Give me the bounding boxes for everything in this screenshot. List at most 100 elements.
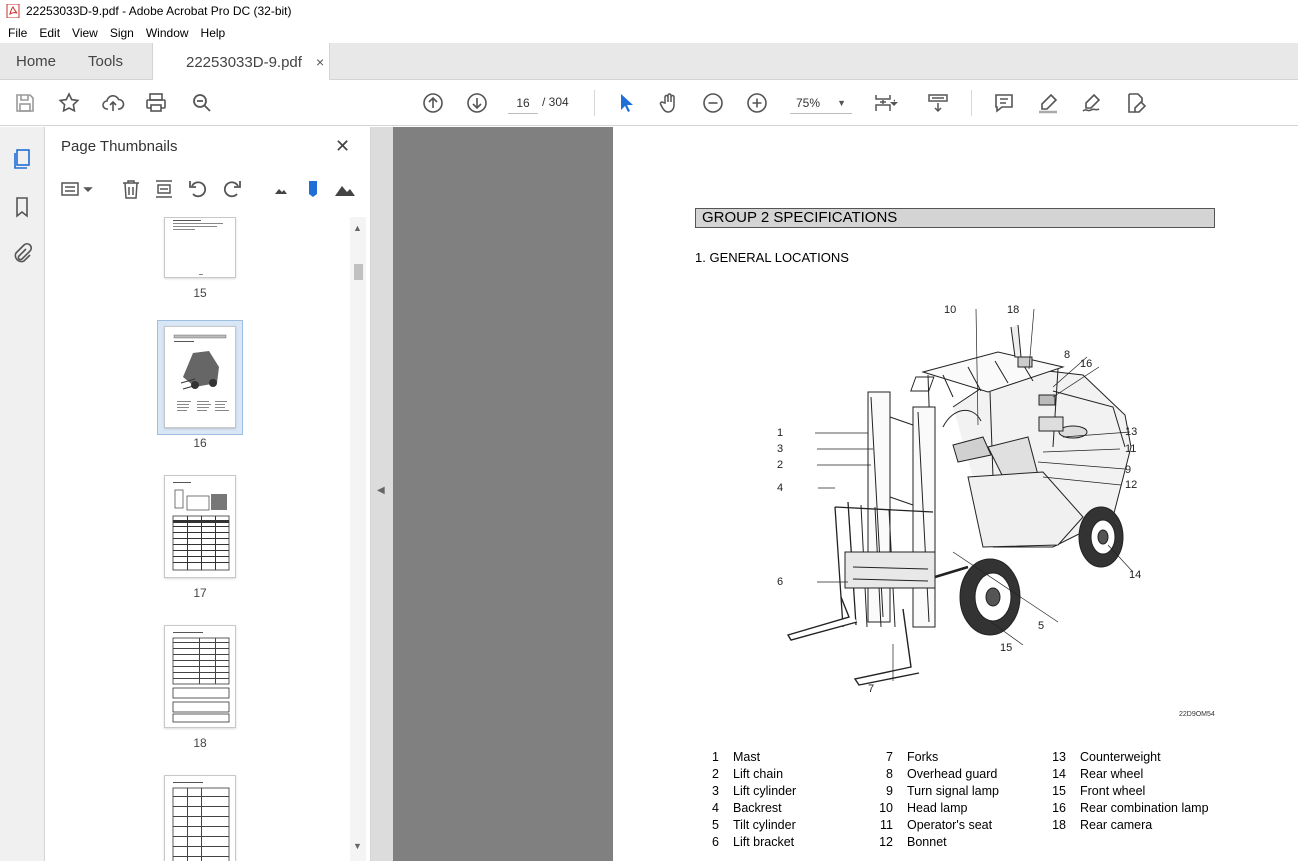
legend-item: 9 Turn signal lamp bbox=[886, 784, 999, 798]
extract-pages-icon[interactable] bbox=[152, 177, 176, 201]
legend-item: 1 Mast bbox=[712, 750, 761, 764]
thumbnail-page-17[interactable] bbox=[164, 475, 236, 578]
legend-item: 7 Forks bbox=[886, 750, 939, 764]
search-zoom-icon[interactable] bbox=[190, 91, 214, 115]
forklift-diagram bbox=[786, 308, 1134, 686]
callout-label: 4 bbox=[777, 482, 784, 494]
group-heading: GROUP 2 SPECIFICATIONS bbox=[695, 208, 1215, 228]
thumbnail-preview bbox=[173, 220, 223, 275]
save-icon[interactable] bbox=[13, 91, 37, 115]
thumbnail-page-16[interactable] bbox=[164, 326, 236, 428]
callout-label: 5 bbox=[1038, 620, 1045, 632]
thumbnail-page-15[interactable] bbox=[164, 217, 236, 278]
page-number-input[interactable] bbox=[508, 92, 538, 114]
rotate-right-icon[interactable] bbox=[220, 177, 244, 201]
navigation-rail bbox=[0, 127, 45, 861]
thumbnail-list: 15 16 17 18 bbox=[45, 217, 350, 861]
close-icon[interactable]: ✕ bbox=[335, 136, 350, 157]
legend-item: 3 Lift cylinder bbox=[712, 784, 797, 798]
callout-label: 11 bbox=[1125, 443, 1137, 455]
thumbnail-page-number: 18 bbox=[193, 736, 207, 750]
legend-item: 15 Front wheel bbox=[1052, 784, 1146, 798]
thumbnail-page-19[interactable] bbox=[164, 775, 236, 861]
callout-label: 12 bbox=[1125, 479, 1138, 491]
next-page-icon[interactable] bbox=[465, 91, 489, 115]
legend-item: 6 Lift bracket bbox=[712, 835, 795, 849]
scroll-down-icon[interactable]: ▼ bbox=[353, 841, 362, 851]
zoom-in-icon[interactable] bbox=[745, 91, 769, 115]
thumbnail-preview bbox=[173, 334, 229, 411]
tab-bar: Home Tools 22253033D-9.pdf × bbox=[0, 43, 1298, 81]
callout-label: 14 bbox=[1129, 569, 1142, 581]
bookmark-star-icon[interactable] bbox=[57, 91, 81, 115]
legend-item: 12 Bonnet bbox=[879, 835, 947, 849]
rotate-left-icon[interactable] bbox=[186, 177, 210, 201]
thumbnail-larger-icon[interactable] bbox=[333, 177, 357, 201]
tab-document-label: 22253033D-9.pdf bbox=[186, 53, 302, 71]
tab-document[interactable]: 22253033D-9.pdf × bbox=[152, 43, 330, 81]
thumbnail-preview bbox=[172, 482, 230, 571]
scroll-mode-icon[interactable] bbox=[926, 91, 950, 115]
thumbnail-page-number: 15 bbox=[193, 286, 207, 300]
page-thumbnails-icon[interactable] bbox=[10, 147, 34, 171]
menu-help[interactable]: Help bbox=[195, 26, 232, 40]
legend-column: 13 Counterweight 14 Rear wheel 15 Front whe… bbox=[1042, 750, 1208, 835]
scrollbar-thumb[interactable] bbox=[354, 264, 363, 280]
callout-label: 6 bbox=[777, 576, 784, 588]
panel-collapse-gutter: ◀ bbox=[371, 127, 393, 861]
callout-label: 16 bbox=[1080, 358, 1093, 370]
upload-cloud-icon[interactable] bbox=[101, 91, 125, 115]
comment-icon[interactable] bbox=[992, 91, 1016, 115]
page-thumbnails-panel: Page Thumbnails ✕ 15 16 17 18 ▲ ▼ bbox=[45, 127, 371, 861]
options-menu-icon[interactable] bbox=[59, 177, 95, 201]
callout-label: 3 bbox=[777, 443, 784, 455]
delete-trash-icon[interactable] bbox=[119, 177, 143, 201]
tab-close-icon[interactable]: × bbox=[316, 54, 324, 70]
menu-window[interactable]: Window bbox=[140, 26, 195, 40]
menu-view[interactable]: View bbox=[66, 26, 104, 40]
callout-label: 18 bbox=[1007, 304, 1020, 316]
bookmark-icon[interactable] bbox=[10, 195, 34, 219]
thumbnail-page-number: 17 bbox=[193, 586, 207, 600]
callout-label: 7 bbox=[868, 683, 875, 695]
callout-label: 15 bbox=[1000, 642, 1013, 654]
callout-label: 8 bbox=[1064, 349, 1071, 361]
thumbnail-preview bbox=[172, 782, 230, 861]
legend-column: 1 Mast 2 Lift chain 3 Lift cylinder 4 Backre… bbox=[705, 750, 796, 852]
thumbnail-smaller-icon[interactable] bbox=[269, 177, 293, 201]
scroll-up-icon[interactable]: ▲ bbox=[353, 223, 362, 233]
callout-label: 2 bbox=[777, 459, 784, 471]
chevron-down-icon: ▼ bbox=[837, 98, 846, 108]
legend-item: 2 Lift chain bbox=[712, 767, 784, 781]
highlight-pen-icon[interactable] bbox=[1036, 91, 1060, 115]
legend-item: 10 Head lamp bbox=[879, 801, 968, 815]
draw-signature-icon[interactable] bbox=[1080, 91, 1104, 115]
tab-tools[interactable]: Tools bbox=[88, 43, 123, 80]
zoom-level-select[interactable]: 75% ▼ bbox=[790, 92, 852, 114]
menu-edit[interactable]: Edit bbox=[33, 26, 66, 40]
collapse-panel-icon[interactable]: ◀ bbox=[377, 485, 385, 496]
legend-item: 18 Rear camera bbox=[1052, 818, 1153, 832]
menu-sign[interactable]: Sign bbox=[104, 26, 140, 40]
print-icon[interactable] bbox=[144, 91, 168, 115]
title-bar: 22253033D-9.pdf - Adobe Acrobat Pro DC (… bbox=[0, 0, 1298, 22]
toolbar-divider bbox=[971, 90, 972, 116]
menu-bar: File Edit View Sign Window Help bbox=[0, 22, 1298, 43]
legend-item: 5 Tilt cylinder bbox=[712, 818, 796, 832]
fill-sign-icon[interactable] bbox=[1124, 91, 1148, 115]
pdf-page: GROUP 2 SPECIFICATIONS 1. GENERAL LOCATI… bbox=[613, 127, 1298, 861]
thumbnail-page-18[interactable] bbox=[164, 625, 236, 728]
attachment-icon[interactable] bbox=[10, 241, 34, 265]
page-total: / 304 bbox=[542, 95, 569, 109]
thumbnail-scrollbar[interactable]: ▲ ▼ bbox=[350, 217, 366, 861]
zoom-out-icon[interactable] bbox=[701, 91, 725, 115]
thumbnail-toolbar bbox=[45, 175, 371, 203]
menu-file[interactable]: File bbox=[2, 26, 33, 40]
callout-label: 9 bbox=[1125, 464, 1132, 476]
previous-page-icon[interactable] bbox=[421, 91, 445, 115]
hand-tool-icon[interactable] bbox=[657, 91, 681, 115]
select-cursor-icon[interactable] bbox=[614, 91, 638, 115]
insert-bookmark-icon[interactable] bbox=[301, 177, 325, 201]
tab-home[interactable]: Home bbox=[16, 43, 56, 80]
chevron-down-icon[interactable] bbox=[887, 91, 901, 115]
